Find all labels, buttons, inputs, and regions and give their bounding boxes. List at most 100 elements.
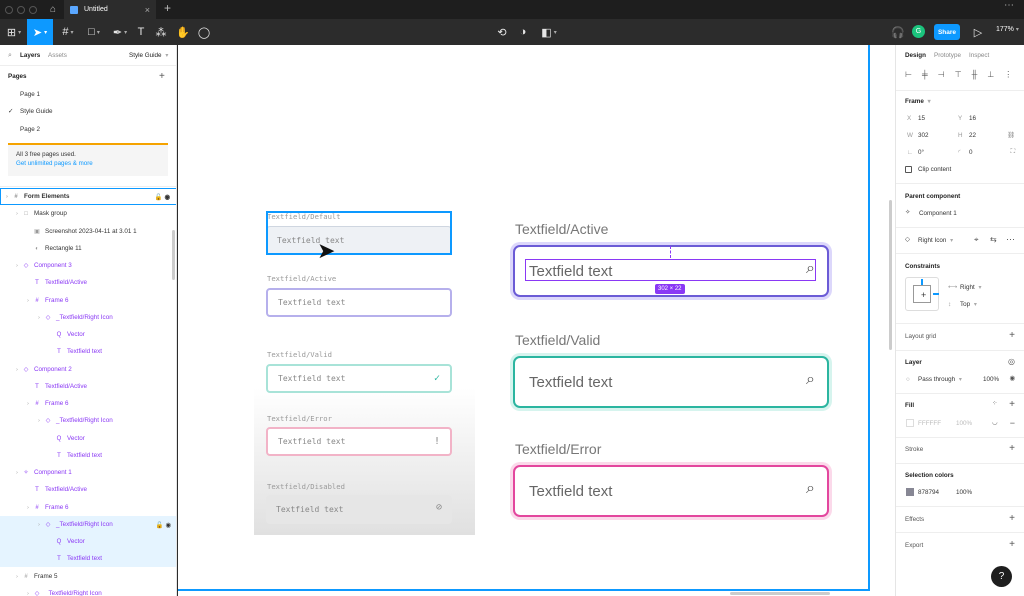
layer-row[interactable]: › # Form Elements 🔓 ◉ bbox=[0, 188, 176, 205]
layer-row[interactable]: › □ Mask group bbox=[0, 205, 176, 222]
tab-prototype[interactable]: Prototype bbox=[934, 52, 961, 59]
frame-section-title[interactable]: Frame ▾ bbox=[905, 98, 931, 105]
expand-chevron-icon[interactable]: › bbox=[24, 505, 32, 511]
contrast-icon[interactable]: ◑ bbox=[516, 19, 530, 45]
file-tab[interactable]: Untitled × bbox=[64, 0, 156, 19]
align-center-h-icon[interactable]: ╪ bbox=[922, 70, 928, 79]
new-tab-icon[interactable]: + bbox=[164, 1, 171, 15]
layer-row[interactable]: › ◇ _Textfield/Right Icon 🔓 ◉ bbox=[0, 516, 176, 533]
constraint-widget[interactable]: + bbox=[905, 277, 939, 311]
zoom-level[interactable]: 177% ▾ bbox=[996, 26, 1019, 33]
distribute-icon[interactable]: ⋮ bbox=[1004, 70, 1012, 79]
layer-row[interactable]: T Textfield text bbox=[0, 550, 176, 567]
layer-row[interactable]: T Textfield/Active bbox=[0, 378, 176, 395]
tab-layers[interactable]: Layers bbox=[20, 52, 40, 59]
move-tool-icon[interactable]: ➤ ▾ bbox=[27, 19, 53, 45]
more-options-icon[interactable]: ⋯ bbox=[1006, 234, 1015, 245]
help-button[interactable]: ? bbox=[991, 566, 1012, 587]
expand-chevron-icon[interactable]: › bbox=[3, 194, 11, 200]
tab-inspect[interactable]: Inspect bbox=[969, 52, 989, 59]
layer-row[interactable]: › # Frame 6 bbox=[0, 395, 176, 412]
present-icon[interactable]: ▷ bbox=[971, 19, 985, 45]
page-item-1[interactable]: Page 1 bbox=[0, 86, 176, 103]
remove-fill-icon[interactable]: − bbox=[1010, 418, 1015, 428]
blend-mode-select[interactable]: Pass through ▾ bbox=[918, 376, 962, 383]
pen-tool-icon[interactable]: ✒ ▾ bbox=[108, 19, 132, 45]
headphones-icon[interactable]: 🎧 bbox=[891, 19, 905, 45]
horizontal-scrollbar[interactable] bbox=[730, 592, 830, 595]
layers-scrollbar[interactable] bbox=[172, 230, 175, 280]
expand-chevron-icon[interactable]: › bbox=[13, 211, 21, 217]
w-input[interactable]: 302 bbox=[918, 132, 929, 139]
layer-row[interactable]: Q Vector bbox=[0, 430, 176, 447]
frame-tool-icon[interactable]: # ▾ bbox=[56, 19, 80, 45]
textfield-error[interactable]: Textfield text ⌕ bbox=[513, 465, 829, 517]
layer-row[interactable]: ◐ Rectangle 11 bbox=[0, 240, 176, 257]
close-window-icon[interactable] bbox=[5, 6, 13, 14]
go-to-main-icon[interactable]: ⌖ bbox=[974, 235, 979, 245]
add-layout-grid-icon[interactable]: + bbox=[1009, 330, 1015, 341]
radius-input[interactable]: 0 bbox=[969, 149, 973, 156]
fill-opacity[interactable]: 100% bbox=[956, 420, 972, 427]
expand-chevron-icon[interactable]: › bbox=[13, 574, 21, 580]
x-input[interactable]: 15 bbox=[918, 115, 925, 122]
y-input[interactable]: 16 bbox=[969, 115, 976, 122]
add-stroke-icon[interactable]: + bbox=[1009, 443, 1015, 454]
constrain-proportions-icon[interactable]: ⛓ bbox=[1007, 131, 1015, 139]
component-icon[interactable]: ⟲ bbox=[495, 19, 509, 45]
clip-content-checkbox[interactable] bbox=[905, 166, 912, 173]
resources-icon[interactable]: ⁂ bbox=[154, 19, 168, 45]
add-effect-icon[interactable]: + bbox=[1009, 513, 1015, 524]
layer-row[interactable]: › # Frame 5 bbox=[0, 568, 176, 585]
instance-dropdown[interactable]: Right Icon ▾ bbox=[918, 237, 953, 244]
layer-row[interactable]: › ◇ _Textfield/Right Icon bbox=[0, 309, 176, 326]
layer-row[interactable]: T Textfield/Active bbox=[0, 274, 176, 291]
layer-row[interactable]: › ◇ Component 2 bbox=[0, 361, 176, 378]
layer-row[interactable]: › # Frame 6 bbox=[0, 292, 176, 309]
horizontal-constraint-select[interactable]: Right ▾ bbox=[960, 284, 981, 291]
selection-color-hex[interactable]: 878794 bbox=[918, 489, 939, 496]
expand-chevron-icon[interactable]: › bbox=[13, 367, 21, 373]
parent-component-name[interactable]: Component 1 bbox=[919, 210, 957, 217]
layer-row[interactable]: T Textfield text bbox=[0, 447, 176, 464]
minimize-window-icon[interactable] bbox=[17, 6, 25, 14]
lock-visibility-icon[interactable]: 🔓 ◉ bbox=[155, 193, 170, 201]
expand-chevron-icon[interactable]: › bbox=[24, 401, 32, 407]
search-icon[interactable]: ⌕ bbox=[8, 52, 12, 60]
tab-design[interactable]: Design bbox=[905, 52, 926, 59]
layer-opacity[interactable]: 100% bbox=[983, 376, 999, 383]
fill-styles-icon[interactable]: ⁘ bbox=[992, 400, 997, 407]
expand-chevron-icon[interactable]: › bbox=[35, 522, 43, 528]
main-menu-icon[interactable]: ⊞ ▾ bbox=[2, 19, 26, 45]
tab-assets[interactable]: Assets bbox=[48, 52, 67, 59]
align-top-icon[interactable]: ⊤ bbox=[955, 70, 962, 79]
upgrade-link[interactable]: Get unlimited pages & more bbox=[16, 159, 160, 168]
layer-row[interactable]: Q Vector bbox=[0, 533, 176, 550]
expand-chevron-icon[interactable]: › bbox=[24, 298, 32, 304]
text-tool-icon[interactable]: T bbox=[134, 19, 148, 45]
h-input[interactable]: 22 bbox=[969, 132, 976, 139]
hide-fill-icon[interactable]: ◡ bbox=[992, 419, 998, 426]
layer-row[interactable]: › # Frame 6 bbox=[0, 499, 176, 516]
fill-swatch[interactable] bbox=[906, 419, 914, 427]
more-icon[interactable]: ⋯ bbox=[1004, 0, 1014, 11]
layer-row[interactable]: T Textfield/Active bbox=[0, 481, 176, 498]
close-tab-icon[interactable]: × bbox=[145, 5, 150, 15]
selection-color-opacity[interactable]: 100% bbox=[956, 489, 972, 496]
zoom-window-icon[interactable] bbox=[29, 6, 37, 14]
swap-instance-icon[interactable]: ⇆ bbox=[990, 235, 997, 244]
shape-tool-icon[interactable]: □ ▾ bbox=[82, 19, 106, 45]
expand-chevron-icon[interactable]: › bbox=[35, 418, 43, 424]
hand-tool-icon[interactable]: ✋ bbox=[176, 19, 190, 45]
boolean-icon[interactable]: ◧ ▾ bbox=[539, 19, 559, 45]
fill-hex[interactable]: FFFFFF bbox=[918, 420, 941, 427]
style-guide-dropdown[interactable]: Style Guide ▾ bbox=[129, 52, 168, 59]
add-fill-icon[interactable]: + bbox=[1009, 399, 1015, 410]
share-button[interactable]: Share bbox=[934, 24, 960, 40]
align-left-icon[interactable]: ⊢ bbox=[905, 70, 912, 79]
layer-row[interactable]: › ◇ _Textfield/Right Icon bbox=[0, 585, 176, 596]
expand-chevron-icon[interactable]: › bbox=[35, 315, 43, 321]
align-right-icon[interactable]: ⊣ bbox=[938, 70, 945, 79]
layer-row[interactable]: ▣ Screenshot 2023-04-11 at 3.01 1 bbox=[0, 223, 176, 240]
avatar[interactable]: G bbox=[912, 25, 925, 38]
